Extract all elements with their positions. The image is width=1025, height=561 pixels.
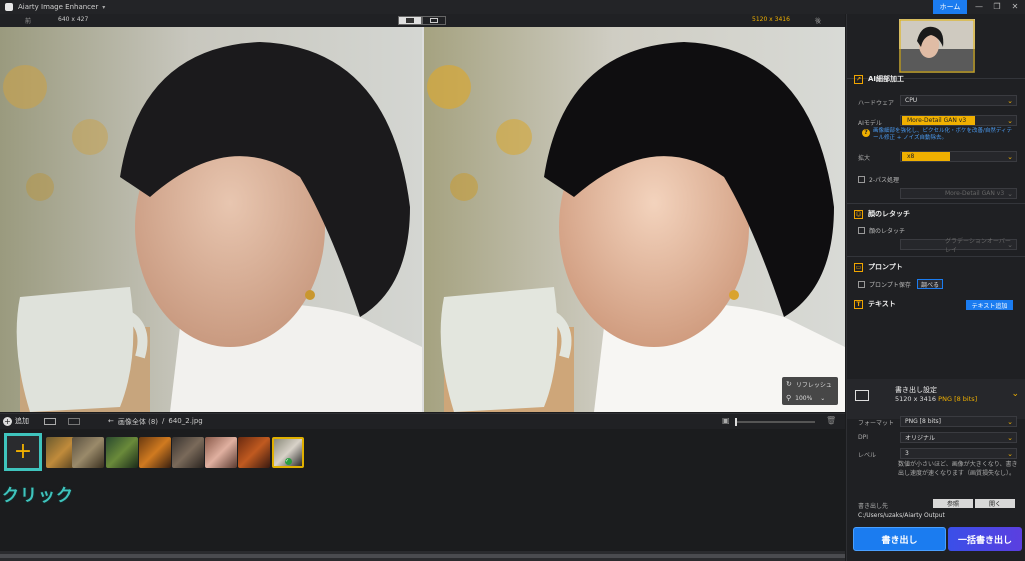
original-image[interactable] <box>0 27 422 412</box>
add-button[interactable]: + 追加 <box>3 416 29 426</box>
thumbnail-portrait[interactable] <box>205 437 237 468</box>
info-icon: ? <box>862 129 870 137</box>
after-label: 後 <box>815 18 822 25</box>
bottom-toolbar: + 追加 ← 画像全体 (8) / 640_2.jpg ▣ 🗑 <box>0 413 845 429</box>
app-logo-icon <box>5 3 13 11</box>
minimize-button[interactable]: — <box>970 1 988 13</box>
browse-button[interactable]: 参照 <box>933 499 973 508</box>
thumbnail-abstract[interactable] <box>238 437 270 468</box>
open-folder-button[interactable]: 開く <box>975 499 1015 508</box>
two-pass-select[interactable]: More-Detail GAN v3 ⌄ <box>900 188 1017 199</box>
inspect-button[interactable]: 調べる <box>917 279 943 289</box>
hardware-select[interactable]: CPU ⌄ <box>900 95 1017 106</box>
back-arrow-icon[interactable]: ← <box>108 417 114 427</box>
chevron-double-down-icon[interactable]: ⌄ <box>1011 389 1019 399</box>
thumbnail-food[interactable] <box>139 437 171 468</box>
text-icon: T <box>854 299 863 309</box>
add-text-button[interactable]: テキスト追加 <box>966 300 1013 310</box>
click-callout: クリック <box>2 486 74 506</box>
thumbnail-woman-selected[interactable]: ✓ <box>272 437 304 468</box>
export-button[interactable]: 書き出し <box>853 527 946 551</box>
monitor-icon <box>855 390 869 401</box>
breadcrumb: ← 画像全体 (8) / 640_2.jpg <box>108 417 203 427</box>
check-icon: ✓ <box>285 458 292 465</box>
scale-value: x8 <box>902 152 950 161</box>
output-path: C:/Users/uzaks/Aiarty Output <box>858 512 945 519</box>
app-title: Aiarty Image Enhancer <box>18 3 99 11</box>
grid-view-icon[interactable] <box>44 418 56 425</box>
after-size: 5120 x 3416 <box>752 16 790 23</box>
breadcrumb-all[interactable]: 画像全体 (8) <box>118 417 158 427</box>
view-mode-toggle[interactable] <box>398 16 446 25</box>
trash-icon[interactable]: 🗑 <box>826 416 836 425</box>
batch-export-button[interactable]: 一括書き出し <box>948 527 1022 551</box>
settings-panel: ↗ AI細部加工 ハードウェア CPU ⌄ AIモデル ⌄ More-Detail… <box>846 14 1025 561</box>
format-select[interactable]: PNG [8 bits] ⌄ <box>900 416 1017 427</box>
ai-enhance-icon: ↗ <box>854 74 863 84</box>
side-by-side-button[interactable] <box>422 16 446 25</box>
face-icon: ☺ <box>854 209 863 219</box>
before-size: 640 x 427 <box>58 16 89 23</box>
chevron-down-icon[interactable]: ▾ <box>102 4 105 11</box>
level-description: 数値が小さいほど、画像が大きくなり、書き出し速度が速くなります（画質損失なし）。 <box>898 461 1018 477</box>
title-bar: Aiarty Image Enhancer ▾ ホーム — ❐ ✕ <box>0 0 1025 14</box>
prompt-section-title: ▭ プロンプト <box>854 262 903 272</box>
face-retouch-checkbox[interactable]: 顔のレタッチ <box>858 226 905 235</box>
prompt-save-checkbox[interactable]: プロンプト保存 <box>858 280 911 289</box>
refresh-button[interactable]: ↻ リフレッシュ <box>782 377 838 391</box>
maximize-button[interactable]: ❐ <box>988 1 1006 13</box>
dpi-select[interactable]: オリジナル ⌄ <box>900 432 1017 443</box>
refresh-icon: ↻ <box>786 380 792 388</box>
level-select[interactable]: 3 ⌄ <box>900 448 1017 459</box>
navigator-preview[interactable] <box>899 19 975 73</box>
breadcrumb-file: 640_2.jpg <box>168 417 203 425</box>
ai-model-note: 画像細部を強化し、ピクセル化・ボケを改善/自然ディテール修正 + ノイズ自動除去… <box>873 128 1012 141</box>
thumbnail-insect[interactable] <box>106 437 138 468</box>
face-section-title: ☺ 顔のレタッチ <box>854 209 910 219</box>
list-view-icon[interactable] <box>68 418 80 425</box>
image-icon: ▣ <box>722 416 730 425</box>
home-button[interactable]: ホーム <box>933 0 967 14</box>
image-controls: ↻ リフレッシュ ⚲ 100% ⌄ <box>782 377 838 405</box>
prompt-icon: ▭ <box>854 262 863 272</box>
text-section-title: T テキスト <box>854 299 896 309</box>
zoom-icon: ⚲ <box>786 394 792 402</box>
ai-model-value: More-Detail GAN v3 <box>902 116 975 125</box>
two-pass-checkbox[interactable]: 2-パス処理 <box>858 175 899 184</box>
zoom-select[interactable]: ⚲ 100% ⌄ <box>782 391 838 405</box>
add-image-tile[interactable]: + <box>4 433 42 471</box>
enhanced-image[interactable] <box>424 27 845 412</box>
before-label: 前 <box>25 18 32 25</box>
thumbnail-dog[interactable] <box>172 437 204 468</box>
face-retouch-select[interactable]: グラデーションオーバーレイ ⌄ <box>900 238 1017 254</box>
thumbnail-reptile[interactable] <box>72 437 104 468</box>
close-button[interactable]: ✕ <box>1006 1 1024 13</box>
ai-section-title: ↗ AI細部加工 <box>854 74 905 84</box>
plus-icon: + <box>3 416 12 426</box>
split-view-button[interactable] <box>398 16 422 25</box>
thumbnail-size-slider[interactable] <box>735 418 815 426</box>
export-settings-header[interactable]: 書き出し設定 5120 x 3416 PNG [8 bits] ⌄ <box>847 379 1025 419</box>
horizontal-scrollbar[interactable] <box>0 551 845 561</box>
thumbnail-strip: + クリック ✓ <box>0 429 845 551</box>
compare-header: 前 640 x 427 5120 x 3416 後 <box>0 14 845 27</box>
